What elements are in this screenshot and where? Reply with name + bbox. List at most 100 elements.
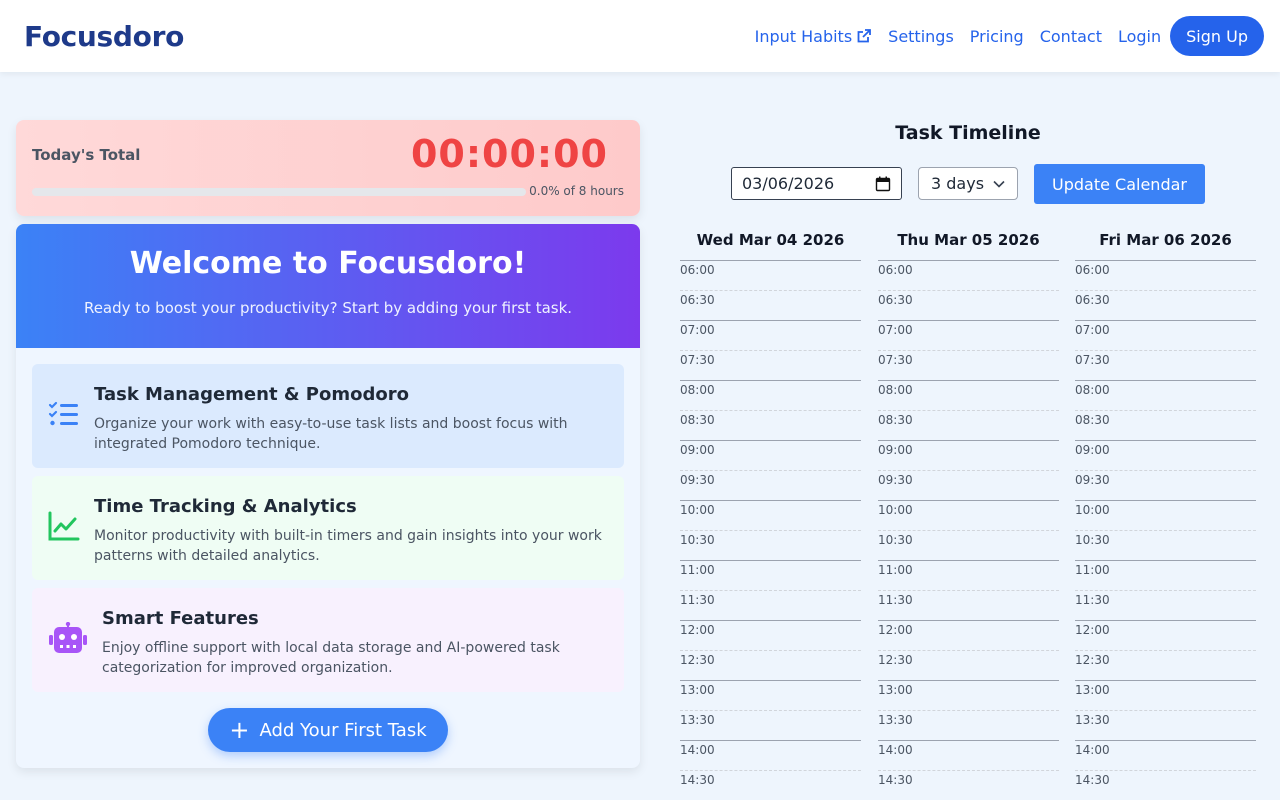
time-slot[interactable]: 08:30 bbox=[878, 410, 1059, 440]
time-slot[interactable]: 12:30 bbox=[680, 650, 861, 680]
time-slot[interactable]: 06:30 bbox=[878, 290, 1059, 320]
nav-login[interactable]: Login bbox=[1118, 27, 1161, 46]
time-slot[interactable]: 11:00 bbox=[1075, 560, 1256, 590]
time-slot[interactable]: 07:00 bbox=[878, 320, 1059, 350]
time-slot[interactable]: 06:30 bbox=[680, 290, 861, 320]
time-slot[interactable]: 13:00 bbox=[1075, 680, 1256, 710]
time-slot[interactable]: 13:30 bbox=[878, 710, 1059, 740]
feature-description: Enjoy offline support with local data st… bbox=[102, 640, 560, 676]
time-slot[interactable]: 12:30 bbox=[1075, 650, 1256, 680]
time-slot[interactable]: 13:00 bbox=[878, 680, 1059, 710]
time-slot[interactable]: 09:00 bbox=[1075, 440, 1256, 470]
time-slot[interactable]: 10:00 bbox=[1075, 500, 1256, 530]
feature-body: Task Management & Pomodoro Organize your… bbox=[94, 384, 608, 454]
time-slot[interactable]: 08:00 bbox=[680, 380, 861, 410]
daily-progress-bar bbox=[32, 188, 526, 196]
main-nav: Input Habits Settings Pricing Contact Lo… bbox=[739, 16, 1264, 56]
time-slot[interactable]: 13:30 bbox=[1075, 710, 1256, 740]
day-column: Fri Mar 06 2026 06:00 06:30 07:00 07:30 08:0… bbox=[1075, 230, 1256, 800]
time-slot[interactable]: 06:00 bbox=[1075, 260, 1256, 290]
top-header: Focusdoro Input Habits Settings Pricing … bbox=[0, 0, 1280, 72]
time-slot[interactable]: 11:00 bbox=[878, 560, 1059, 590]
time-slot[interactable]: 14:00 bbox=[680, 740, 861, 770]
time-slots: 06:00 06:30 07:00 07:30 08:00 08:30 09:00 09:30… bbox=[878, 260, 1059, 800]
time-slot[interactable]: 09:00 bbox=[878, 440, 1059, 470]
nav-settings[interactable]: Settings bbox=[888, 27, 954, 46]
robot-icon bbox=[49, 622, 87, 653]
time-slot[interactable]: 14:30 bbox=[680, 770, 861, 800]
time-slot[interactable]: 09:30 bbox=[1075, 470, 1256, 500]
add-first-task-button[interactable]: + Add Your First Task bbox=[208, 708, 448, 752]
time-slot[interactable]: 10:00 bbox=[878, 500, 1059, 530]
time-slot[interactable]: 14:30 bbox=[878, 770, 1059, 800]
timeline-days-select[interactable]: 3 days bbox=[918, 167, 1018, 200]
time-slot[interactable]: 06:00 bbox=[878, 260, 1059, 290]
chevron-down-icon bbox=[993, 180, 1005, 188]
feature-description: Monitor productivity with built-in timer… bbox=[94, 528, 602, 564]
time-slot[interactable]: 10:00 bbox=[680, 500, 861, 530]
time-slot[interactable]: 08:00 bbox=[878, 380, 1059, 410]
date-value: 03/06/2026 bbox=[742, 174, 835, 193]
todays-total-label: Today's Total bbox=[32, 146, 141, 164]
time-slot[interactable]: 12:30 bbox=[878, 650, 1059, 680]
time-slot[interactable]: 09:00 bbox=[680, 440, 861, 470]
time-slot[interactable]: 10:30 bbox=[680, 530, 861, 560]
time-slot[interactable]: 11:30 bbox=[878, 590, 1059, 620]
time-slot[interactable]: 10:30 bbox=[878, 530, 1059, 560]
day-header: Thu Mar 05 2026 bbox=[897, 231, 1040, 249]
time-slot[interactable]: 12:00 bbox=[680, 620, 861, 650]
nav-pricing[interactable]: Pricing bbox=[970, 27, 1024, 46]
time-slot[interactable]: 11:30 bbox=[680, 590, 861, 620]
time-slot[interactable]: 08:30 bbox=[680, 410, 861, 440]
time-slot[interactable]: 09:30 bbox=[878, 470, 1059, 500]
time-slot[interactable]: 07:30 bbox=[680, 350, 861, 380]
welcome-card: Welcome to Focusdoro! Ready to boost you… bbox=[16, 224, 640, 768]
sign-up-button[interactable]: Sign Up bbox=[1170, 16, 1264, 56]
time-slot[interactable]: 10:30 bbox=[1075, 530, 1256, 560]
welcome-title: Welcome to Focusdoro! bbox=[129, 246, 527, 281]
feature-smart-features: Smart Features Enjoy offline support wit… bbox=[32, 588, 624, 692]
day-column: Thu Mar 05 2026 06:00 06:30 07:00 07:30 08:0… bbox=[878, 230, 1059, 800]
time-slot[interactable]: 09:30 bbox=[680, 470, 861, 500]
nav-input-habits[interactable]: Input Habits bbox=[755, 27, 873, 46]
time-slot[interactable]: 08:00 bbox=[1075, 380, 1256, 410]
feature-title: Task Management & Pomodoro bbox=[94, 384, 409, 405]
time-slot[interactable]: 11:00 bbox=[680, 560, 861, 590]
time-slot[interactable]: 14:00 bbox=[1075, 740, 1256, 770]
time-slot[interactable]: 12:00 bbox=[1075, 620, 1256, 650]
feature-description: Organize your work with easy-to-use task… bbox=[94, 416, 568, 452]
timeline-date-input[interactable]: 03/06/2026 bbox=[731, 167, 902, 200]
todays-total-card: Today's Total 00:00:00 0.0% of 8 hours bbox=[16, 120, 640, 216]
time-slot[interactable]: 06:30 bbox=[1075, 290, 1256, 320]
nav-input-habits-label: Input Habits bbox=[754, 26, 853, 46]
feature-title: Time Tracking & Analytics bbox=[94, 496, 357, 517]
time-slot[interactable]: 07:00 bbox=[680, 320, 861, 350]
time-slot[interactable]: 11:30 bbox=[1075, 590, 1256, 620]
brand-logo[interactable]: Focusdoro bbox=[24, 20, 184, 53]
time-slot[interactable]: 07:30 bbox=[1075, 350, 1256, 380]
time-slot[interactable]: 14:30 bbox=[1075, 770, 1256, 800]
time-slot[interactable]: 07:30 bbox=[878, 350, 1059, 380]
feature-body: Smart Features Enjoy offline support wit… bbox=[102, 608, 608, 678]
feature-body: Time Tracking & Analytics Monitor produc… bbox=[94, 496, 608, 566]
time-slot[interactable]: 14:00 bbox=[878, 740, 1059, 770]
external-link-icon bbox=[857, 29, 872, 43]
day-header: Fri Mar 06 2026 bbox=[1099, 231, 1232, 249]
time-slot[interactable]: 06:00 bbox=[680, 260, 861, 290]
calendar-icon bbox=[875, 176, 891, 191]
daily-progress-text: 0.0% of 8 hours bbox=[529, 184, 624, 198]
task-timeline-title: Task Timeline bbox=[895, 122, 1041, 144]
task-list-icon bbox=[48, 401, 78, 426]
time-slot[interactable]: 13:30 bbox=[680, 710, 861, 740]
time-slot[interactable]: 08:30 bbox=[1075, 410, 1256, 440]
todays-total-timer: 00:00:00 bbox=[410, 132, 608, 176]
update-calendar-button[interactable]: Update Calendar bbox=[1034, 164, 1205, 204]
time-slot[interactable]: 07:00 bbox=[1075, 320, 1256, 350]
time-slot[interactable]: 12:00 bbox=[878, 620, 1059, 650]
nav-contact[interactable]: Contact bbox=[1040, 27, 1102, 46]
add-first-task-label: Add Your First Task bbox=[259, 719, 427, 741]
days-select-value: 3 days bbox=[931, 174, 985, 193]
day-header: Wed Mar 04 2026 bbox=[696, 231, 845, 249]
feature-task-management: Task Management & Pomodoro Organize your… bbox=[32, 364, 624, 468]
time-slot[interactable]: 13:00 bbox=[680, 680, 861, 710]
